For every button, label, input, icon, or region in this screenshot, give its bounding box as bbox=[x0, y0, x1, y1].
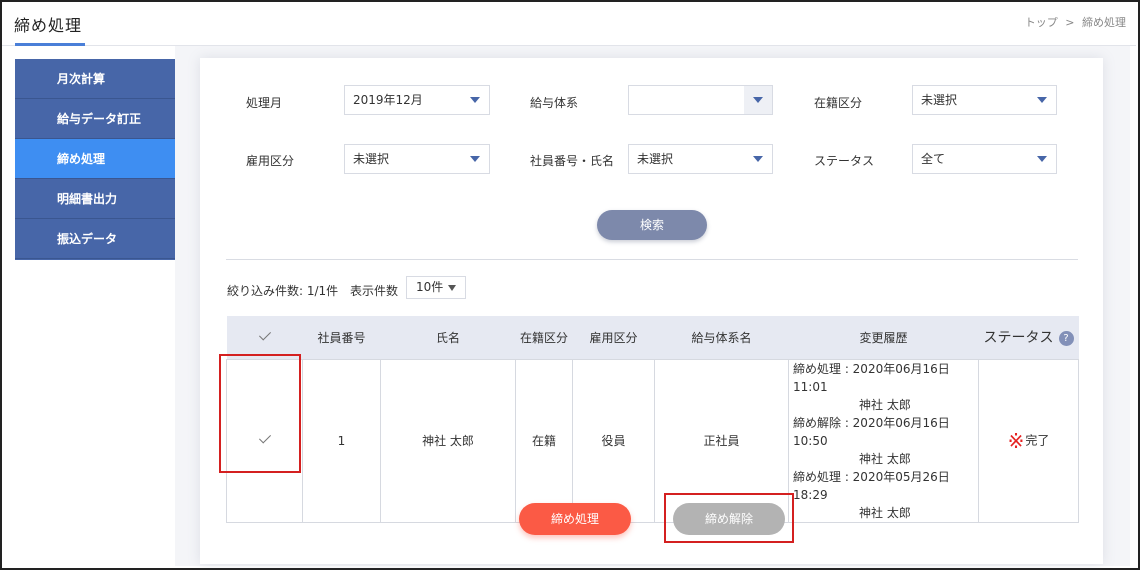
history-entry: 締め解除 : 2020年06月16日 10:50 bbox=[793, 415, 950, 448]
filter-count: 絞り込み件数: 1/1件 bbox=[227, 284, 339, 298]
history-entry: 締め処理 : 2020年05月26日 18:29 bbox=[793, 469, 950, 502]
header-employment: 雇用区分 bbox=[572, 316, 655, 359]
per-page-label: 表示件数 bbox=[350, 284, 399, 298]
pay-system-label: 給与体系 bbox=[530, 96, 579, 110]
employment-select-value: 未選択 bbox=[353, 152, 390, 166]
highlight-box-checkbox bbox=[219, 354, 301, 473]
close-button[interactable]: 締め処理 bbox=[519, 503, 631, 535]
header-name: 氏名 bbox=[380, 316, 516, 359]
breadcrumb-top-link[interactable]: トップ bbox=[1025, 16, 1058, 29]
month-select[interactable]: 2019年12月 bbox=[344, 85, 490, 115]
chevron-down-icon bbox=[470, 156, 480, 162]
sidebar-item-transfer-data[interactable]: 振込データ bbox=[15, 219, 175, 259]
status-select[interactable]: 全て bbox=[912, 144, 1057, 174]
header-status: ステータス? bbox=[978, 316, 1079, 359]
per-page-select[interactable]: 10件 bbox=[406, 276, 466, 299]
page-title: 締め処理 bbox=[14, 16, 83, 35]
header-history: 変更履歴 bbox=[788, 316, 979, 359]
breadcrumb: トップ > 締め処理 bbox=[1021, 14, 1126, 30]
check-icon bbox=[258, 329, 272, 343]
per-page-value: 10件 bbox=[416, 280, 444, 294]
employee-select-value: 未選択 bbox=[637, 152, 674, 166]
history-entry: 締め処理 : 2020年06月16日 11:01 bbox=[793, 361, 950, 394]
select-all-checkbox[interactable] bbox=[226, 316, 303, 359]
status-text: 完了 bbox=[1025, 433, 1050, 447]
reference-mark-icon: ※ bbox=[1007, 428, 1025, 453]
cell-name: 神社 太郎 bbox=[380, 358, 516, 523]
status-select-value: 全て bbox=[921, 152, 946, 166]
sidebar: 月次計算 給与データ訂正 締め処理 明細書出力 振込データ bbox=[15, 59, 175, 260]
main-panel: 処理月 2019年12月 給与体系 在籍区分 未選択 雇用区分 未選択 社員番号… bbox=[200, 58, 1103, 564]
status-label: ステータス bbox=[814, 154, 875, 168]
header-employee-no: 社員番号 bbox=[302, 316, 381, 359]
title-underline bbox=[15, 43, 85, 46]
history-user: 神社 太郎 bbox=[859, 505, 911, 520]
header-enrollment: 在籍区分 bbox=[515, 316, 573, 359]
table-row[interactable]: 1 神社 太郎 在籍 役員 正社員 締め処理 : 2020年06月16日 11:… bbox=[226, 358, 1079, 523]
sidebar-item-closing[interactable]: 締め処理 bbox=[15, 139, 175, 179]
sidebar-item-pay-correction[interactable]: 給与データ訂正 bbox=[15, 99, 175, 139]
employee-label: 社員番号・氏名 bbox=[530, 154, 615, 168]
cell-employment: 役員 bbox=[572, 358, 655, 523]
header-pay-system: 給与体系名 bbox=[654, 316, 789, 359]
cell-status: ※完了 bbox=[978, 358, 1079, 523]
caret-down-icon bbox=[448, 285, 456, 291]
highlight-box-release bbox=[664, 493, 794, 543]
cell-enrollment: 在籍 bbox=[515, 358, 573, 523]
month-label: 処理月 bbox=[246, 96, 283, 110]
help-icon[interactable]: ? bbox=[1058, 330, 1074, 346]
enrollment-select-value: 未選択 bbox=[921, 93, 958, 107]
header-status-label: ステータス bbox=[983, 330, 1054, 347]
search-button[interactable]: 検索 bbox=[597, 210, 707, 240]
chevron-down-icon bbox=[1037, 156, 1047, 162]
page-header: 締め処理 トップ > 締め処理 bbox=[2, 2, 1136, 46]
employee-select[interactable]: 未選択 bbox=[628, 144, 773, 174]
breadcrumb-current: 締め処理 bbox=[1082, 16, 1126, 29]
pay-system-select[interactable] bbox=[628, 85, 773, 115]
cell-history: 締め処理 : 2020年06月16日 11:01 神社 太郎 締め解除 : 20… bbox=[788, 358, 979, 523]
employee-table: 社員番号 氏名 在籍区分 雇用区分 給与体系名 変更履歴 ステータス? 1 神社… bbox=[226, 316, 1079, 523]
breadcrumb-separator: > bbox=[1065, 16, 1075, 29]
divider bbox=[226, 259, 1078, 260]
employment-label: 雇用区分 bbox=[246, 154, 295, 168]
chevron-down-icon bbox=[1037, 97, 1047, 103]
history-user: 神社 太郎 bbox=[859, 397, 911, 412]
enrollment-label: 在籍区分 bbox=[814, 96, 863, 110]
table-header-row: 社員番号 氏名 在籍区分 雇用区分 給与体系名 変更履歴 ステータス? bbox=[226, 316, 1079, 359]
cell-employee-no: 1 bbox=[302, 358, 381, 523]
chevron-down-icon bbox=[753, 97, 763, 103]
history-user: 神社 太郎 bbox=[859, 451, 911, 466]
sidebar-item-statement-output[interactable]: 明細書出力 bbox=[15, 179, 175, 219]
month-select-value: 2019年12月 bbox=[353, 93, 423, 107]
employment-select[interactable]: 未選択 bbox=[344, 144, 490, 174]
chevron-down-icon bbox=[470, 97, 480, 103]
sidebar-item-monthly-calc[interactable]: 月次計算 bbox=[15, 59, 175, 99]
chevron-down-icon bbox=[753, 156, 763, 162]
enrollment-select[interactable]: 未選択 bbox=[912, 85, 1057, 115]
